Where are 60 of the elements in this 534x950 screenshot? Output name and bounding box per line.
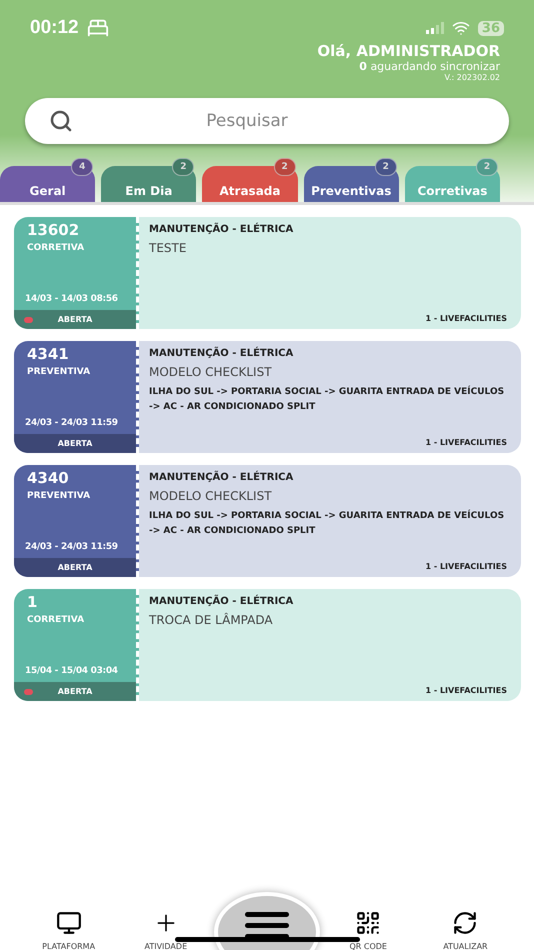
qr-code-icon (355, 910, 382, 936)
status-label: ABERTA (58, 563, 92, 572)
order-type: PREVENTIVA (26, 490, 92, 501)
order-title: MODELO CHECKLIST (149, 489, 273, 503)
order-category: MANUTENÇÃO - ELÉTRICA (149, 596, 294, 607)
order-number: 4340 (26, 468, 70, 487)
status-label: ABERTA (58, 315, 92, 324)
count-badge: 2 (274, 158, 296, 176)
order-type: CORRETIVA (26, 614, 86, 625)
status-label: ABERTA (58, 687, 92, 696)
version-text: V.: 202302.02 (444, 73, 500, 82)
order-summary-panel[interactable]: 1 CORRETIVA 15/04 - 15/04 03:04 ABERTA (14, 589, 139, 701)
refresh-icon (452, 910, 478, 936)
order-summary-panel[interactable]: 4341 PREVENTIVA 24/03 - 24/03 11:59 ABERTA (14, 341, 139, 453)
order-category: MANUTENÇÃO - ELÉTRICA (149, 472, 294, 483)
order-location: ILHA DO SUL -> PORTARIA SOCIAL -> GUARITA ENTRADA DE VEÍCULOS -> AC - AR CONDICIONADO SPLIT (149, 509, 506, 538)
count-badge: 2 (476, 158, 498, 176)
company-name: 1 - LIVEFACILITIES (425, 562, 507, 571)
order-location: ILHA DO SUL -> PORTARIA SOCIAL -> GUARITA ENTRADA DE VEÍCULOS -> AC - AR CONDICIONADO SPLIT (149, 385, 506, 414)
order-category: MANUTENÇÃO - ELÉTRICA (149, 348, 294, 359)
order-details-panel[interactable]: MANUTENÇÃO - ELÉTRICA MODELO CHECKLIST ILHA DO SUL -> PORTARIA SOCIAL -> GUARITA ENTRADA DE VEÍCULOS -> AC - AR CONDICIONADO SPLIT 1 - LIVEFACILITIES (139, 341, 521, 453)
greeting-text: Olá, ADMINISTRADOR (317, 42, 500, 60)
order-number: 1 (26, 592, 38, 611)
count-badge: 4 (71, 158, 94, 176)
order-dates: 14/03 - 14/03 08:56 (24, 294, 119, 306)
nav-item[interactable]: ATIVIDADE (117, 880, 214, 950)
status-time: 00:12 (30, 17, 79, 39)
order-details-panel[interactable]: MANUTENÇÃO - ELÉTRICA MODELO CHECKLIST ILHA DO SUL -> PORTARIA SOCIAL -> GUARITA ENTRADA DE VEÍCULOS -> AC - AR CONDICIONADO SPLIT 1 - LIVEFACILITIES (139, 465, 521, 577)
nav-item[interactable]: QR CODE (320, 880, 417, 950)
order-type: PREVENTIVA (26, 366, 92, 377)
status-label: ABERTA (58, 439, 92, 448)
order-details-panel[interactable]: MANUTENÇÃO - ELÉTRICA TROCA DE LÂMPADA 1 - LIVEFACILITIES (139, 589, 521, 701)
company-name: 1 - LIVEFACILITIES (425, 438, 507, 447)
order-number: 4341 (26, 344, 70, 363)
order-details-panel[interactable]: MANUTENÇÃO - ELÉTRICA TESTE 1 - LIVEFACILITIES (139, 217, 521, 329)
sync-status: 0 aguardando sincronizar (359, 60, 500, 73)
count-badge: 2 (172, 158, 194, 176)
order-type: CORRETIVA (26, 242, 86, 253)
nav-item[interactable]: PLATAFORMA (20, 880, 118, 950)
order-title: TESTE (149, 241, 188, 255)
order-category: MANUTENÇÃO - ELÉTRICA (149, 224, 294, 235)
monitor-icon (56, 910, 82, 936)
order-title: TROCA DE LÂMPADA (149, 613, 274, 627)
company-name: 1 - LIVEFACILITIES (425, 686, 507, 695)
count-badge: 2 (374, 158, 397, 176)
battery-level: 36 (478, 20, 504, 36)
search-field[interactable]: Pesquisar (25, 98, 509, 144)
order-dates: 24/03 - 24/03 11:59 (24, 542, 119, 554)
signal-icon (426, 22, 444, 34)
order-summary-panel[interactable]: 4340 PREVENTIVA 24/03 - 24/03 11:59 ABERTA (14, 465, 139, 577)
wifi-icon (452, 19, 470, 37)
order-dates: 15/04 - 15/04 03:04 (24, 666, 119, 678)
order-title: MODELO CHECKLIST (149, 365, 273, 379)
company-name: 1 - LIVEFACILITIES (425, 314, 507, 323)
nav-item[interactable]: ATUALIZAR (416, 880, 514, 950)
order-summary-panel[interactable]: 13602 CORRETIVA 14/03 - 14/03 08:56 ABERTA (14, 217, 139, 329)
order-dates: 24/03 - 24/03 11:59 (24, 418, 119, 430)
order-number: 13602 (26, 220, 80, 239)
search-icon (49, 109, 73, 133)
bed-icon (86, 17, 109, 39)
